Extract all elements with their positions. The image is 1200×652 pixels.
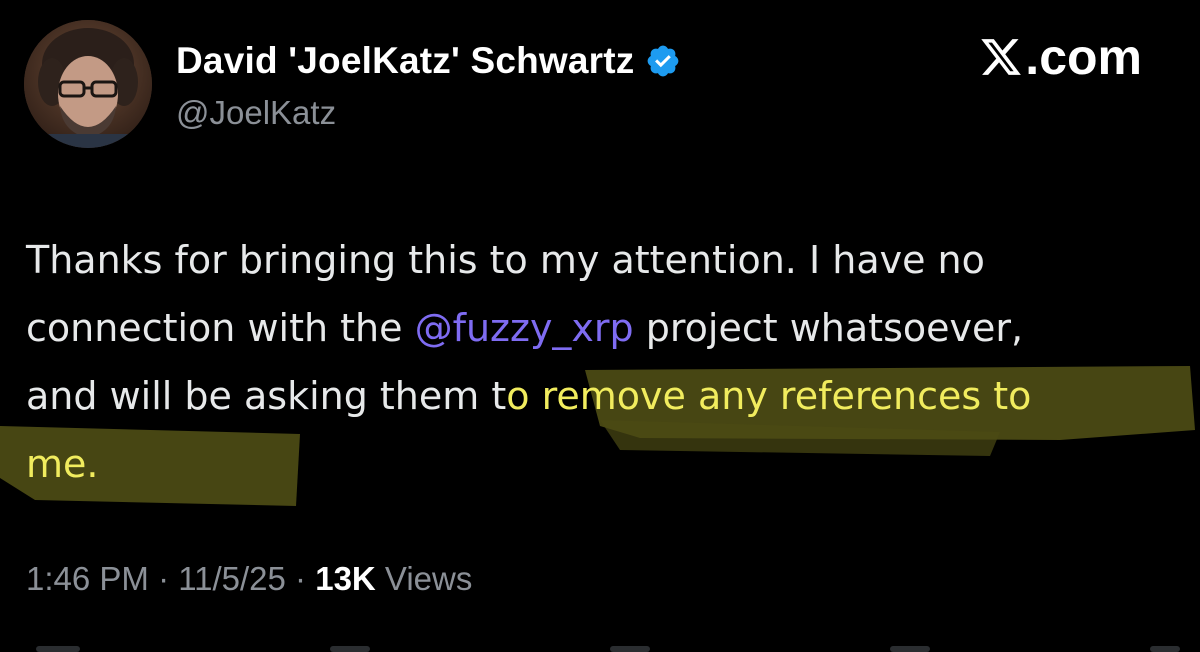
highlighted-text: o remove any references to xyxy=(506,374,1032,418)
tweet-line-3: and will be asking them to remove any re… xyxy=(26,362,1186,430)
author-display-name[interactable]: David 'JoelKatz' Schwartz xyxy=(176,40,635,82)
tweet-line-2-start: connection with the xyxy=(26,306,415,350)
tweet-line-1: Thanks for bringing this to my attention… xyxy=(26,238,985,282)
tweet-line-2: connection with the @fuzzy_xrp project w… xyxy=(26,294,1186,362)
tweet-body: Thanks for bringing this to my attention… xyxy=(26,226,1186,498)
views-count: 13K xyxy=(315,560,376,597)
tweet-line-3-plain: and will be asking them t xyxy=(26,374,507,418)
author-name-row: David 'JoelKatz' Schwartz xyxy=(176,40,681,82)
author-handle[interactable]: @JoelKatz xyxy=(176,94,336,132)
tweet-screenshot: David 'JoelKatz' Schwartz @JoelKatz .com… xyxy=(0,0,1200,652)
x-logo-icon xyxy=(981,39,1022,75)
views-label: Views xyxy=(375,560,473,597)
verified-badge-icon xyxy=(647,45,678,77)
brand-domain-suffix: .com xyxy=(1025,29,1142,85)
action-bar-edge xyxy=(0,642,1200,652)
tweet-meta: 1:46 PM · 11/5/25 · 13K Views xyxy=(26,560,472,598)
tweet-date[interactable]: 11/5/25 xyxy=(178,560,286,597)
meta-separator: · xyxy=(148,560,179,597)
avatar[interactable] xyxy=(24,20,152,148)
meta-separator: · xyxy=(285,560,316,597)
tweet-line-4-highlighted: me. xyxy=(26,442,99,486)
x-brand: .com xyxy=(979,32,1142,82)
mention-link[interactable]: @fuzzy_xrp xyxy=(415,306,634,350)
tweet-line-2-end: project whatsoever, xyxy=(633,306,1024,350)
tweet-time[interactable]: 1:46 PM xyxy=(26,560,149,597)
